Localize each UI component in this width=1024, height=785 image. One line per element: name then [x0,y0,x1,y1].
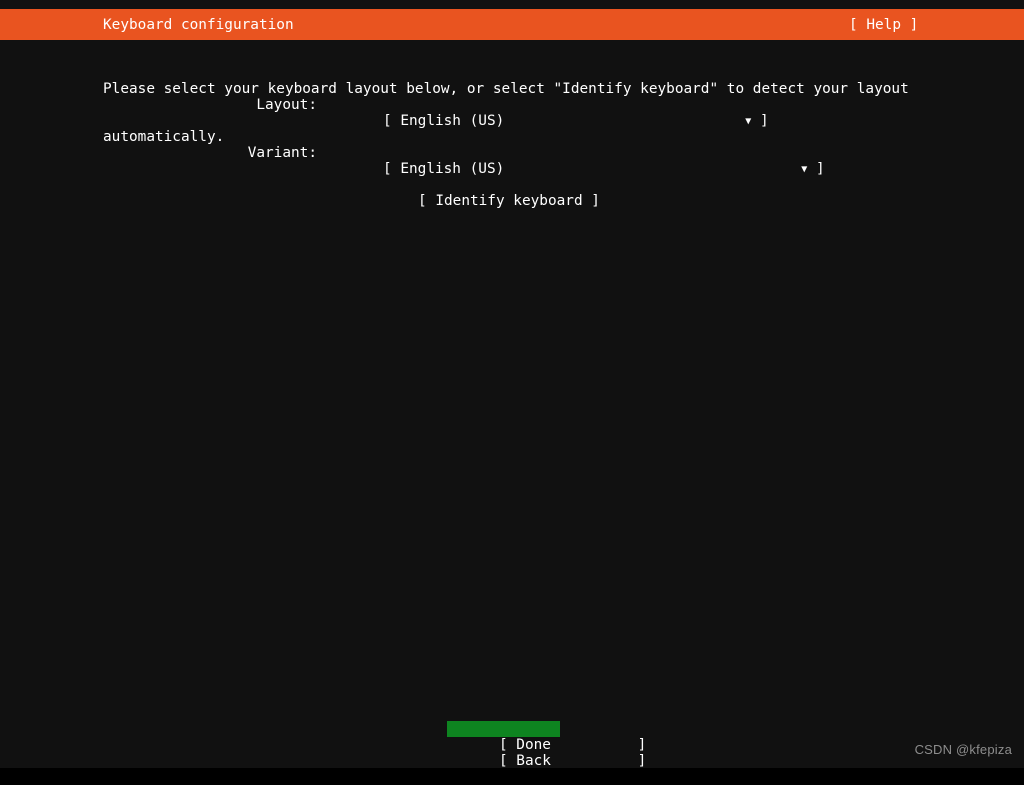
layout-row: Layout: [ English (US) ▼ ] [103,97,963,129]
identify-keyboard-button[interactable]: [ Identify keyboard ] [418,193,600,209]
footer-buttons: [ Done ] [ Back ] [447,721,646,769]
page-title: Keyboard configuration [103,17,294,33]
layout-label: Layout: [256,97,317,113]
installer-screen: Keyboard configuration [ Help ] Please s… [0,0,1024,769]
description-line-1: Please select your keyboard layout below… [103,81,909,97]
variant-close-bracket: ] [816,161,825,177]
done-button[interactable]: [ Done ] [447,721,646,753]
variant-value: English (US) [400,161,505,177]
chevron-down-icon: ▼ [801,164,808,175]
layout-open-bracket: [ [382,113,392,129]
variant-open-bracket: [ [382,161,392,177]
layout-value: English (US) [400,113,505,129]
back-button-label: [ Back ] [498,753,647,769]
help-button[interactable]: [ Help ] [849,17,918,33]
top-black-strip [0,0,1024,9]
variant-label: Variant: [247,145,317,161]
watermark: CSDN @kfepiza [914,742,1012,757]
variant-dropdown[interactable]: [ English (US) ▼ ] [331,145,825,195]
layout-dropdown[interactable]: [ English (US) ▼ ] [331,97,769,147]
header-bar: Keyboard configuration [ Help ] [0,9,1024,40]
variant-row: Variant: [ English (US) ▼ ] [103,145,963,177]
layout-close-bracket: ] [760,113,769,129]
done-button-label: [ Done ] [498,737,647,753]
chevron-down-icon: ▼ [745,116,752,127]
